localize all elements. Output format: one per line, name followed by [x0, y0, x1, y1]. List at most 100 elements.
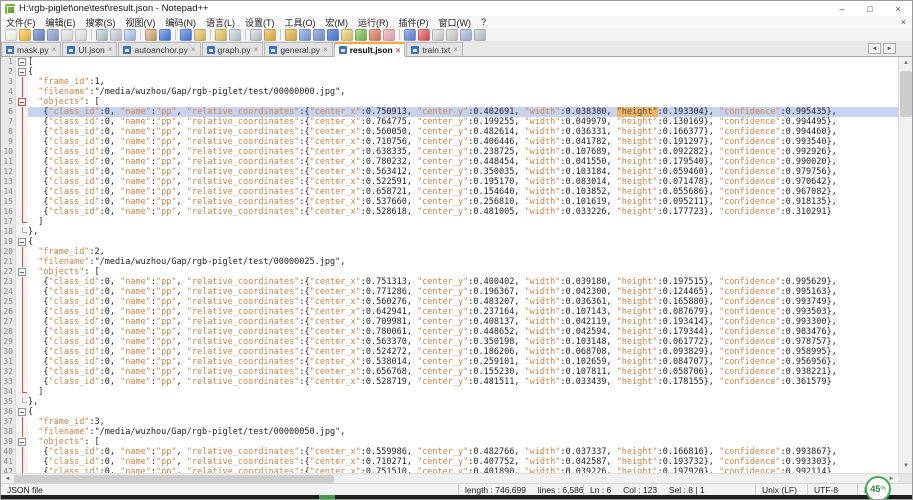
tab-scroll-right-icon[interactable]: ► [883, 43, 896, 54]
code-line[interactable]: 7 {"class_id":0, "name":"pp", "relative_… [1, 117, 898, 127]
fold-collapse-icon[interactable] [16, 407, 28, 417]
code-line[interactable]: 22 "objects": [ [1, 267, 898, 277]
sync-vertical-icon[interactable] [264, 29, 276, 41]
code-line[interactable]: 21 "filename":"/media/wuzhou/Gap/rgb-pig… [1, 257, 898, 267]
save-all-icon[interactable] [47, 29, 59, 41]
code-line[interactable]: 38 "filename":"/media/wuzhou/Gap/rgb-pig… [1, 427, 898, 437]
fold-guide-line[interactable] [16, 77, 28, 87]
tab-close-icon[interactable]: × [396, 46, 401, 55]
fold-guide-line[interactable] [16, 87, 28, 97]
redo-icon[interactable] [180, 29, 192, 41]
word-wrap-icon[interactable] [299, 29, 311, 41]
code-line[interactable]: 40 {"class_id":0, "name":"pp", "relative… [1, 447, 898, 457]
menu-item-8[interactable]: 宏(M) [321, 16, 354, 29]
close-doc-icon[interactable] [61, 29, 73, 41]
tab-close-icon[interactable]: × [254, 45, 259, 54]
fold-end-corner[interactable] [16, 217, 28, 227]
save-icon[interactable] [33, 29, 45, 41]
fold-guide-line[interactable] [16, 357, 28, 367]
menu-item-2[interactable]: 搜索(S) [81, 16, 121, 29]
menu-item-11[interactable]: 窗口(W) [434, 16, 477, 29]
code-line[interactable]: 27 {"class_id":0, "name":"pp", "relative… [1, 317, 898, 327]
fold-guide-line[interactable] [16, 337, 28, 347]
fold-guide-line[interactable] [16, 207, 28, 217]
fold-guide-line[interactable] [16, 287, 28, 297]
play-macro-icon[interactable] [446, 29, 458, 41]
fold-collapse-icon[interactable] [16, 57, 28, 67]
minimize-button[interactable]: – [828, 2, 856, 16]
code-line[interactable]: 34 ] [1, 387, 898, 397]
fold-guide-line[interactable] [16, 117, 28, 127]
code-line[interactable]: 13 {"class_id":0, "name":"pp", "relative… [1, 177, 898, 187]
menu-item-3[interactable]: 视图(V) [121, 16, 161, 29]
fold-collapse-icon[interactable] [16, 97, 28, 107]
tab-mask.py[interactable]: mask.py× [1, 42, 61, 56]
code-line[interactable]: 16 {"class_id":0, "name":"pp", "relative… [1, 207, 898, 217]
code-line[interactable]: 32 {"class_id":0, "name":"pp", "relative… [1, 367, 898, 377]
code-line[interactable]: 10 {"class_id":0, "name":"pp", "relative… [1, 147, 898, 157]
fold-guide-line[interactable] [16, 127, 28, 137]
vertical-scrollbar[interactable]: ▲ ▼ [898, 57, 912, 473]
record-macro-icon[interactable] [418, 29, 430, 41]
menu-item-5[interactable]: 语言(L) [201, 16, 240, 29]
fold-collapse-icon[interactable] [16, 267, 28, 277]
fold-guide-line[interactable] [16, 187, 28, 197]
user-define-dialog-icon[interactable] [341, 29, 353, 41]
status-eol-format[interactable]: Unix (LF) [756, 484, 808, 495]
code-line[interactable]: 1[ [1, 57, 898, 67]
code-line[interactable]: 37 "frame_id":3, [1, 417, 898, 427]
print-icon[interactable] [96, 29, 108, 41]
status-encoding[interactable]: UTF-8 [808, 484, 858, 495]
run-macro-multiple-icon[interactable] [474, 29, 486, 41]
code-line[interactable]: 4 "filename":"/media/wuzhou/Gap/rgb-pigl… [1, 87, 898, 97]
stop-macro-icon[interactable] [432, 29, 444, 41]
fold-guide-line[interactable] [16, 147, 28, 157]
code-line[interactable]: 9 {"class_id":0, "name":"pp", "relative_… [1, 137, 898, 147]
scroll-up-icon[interactable]: ▲ [899, 57, 913, 70]
fold-guide-line[interactable] [16, 307, 28, 317]
menu-item-10[interactable]: 插件(P) [394, 16, 434, 29]
close-all-icon[interactable] [75, 29, 87, 41]
code-line[interactable]: 11 {"class_id":0, "name":"pp", "relative… [1, 157, 898, 167]
code-line[interactable]: 31 {"class_id":0, "name":"pp", "relative… [1, 357, 898, 367]
close-button[interactable]: × [884, 2, 912, 16]
fold-collapse-icon[interactable] [16, 67, 28, 77]
code-line[interactable]: 33 {"class_id":0, "name":"pp", "relative… [1, 377, 898, 387]
code-line[interactable]: 8 {"class_id":0, "name":"pp", "relative_… [1, 127, 898, 137]
tab-close-icon[interactable]: × [52, 45, 57, 54]
fold-guide-line[interactable] [16, 297, 28, 307]
code-line[interactable]: 41 {"class_id":0, "name":"pp", "relative… [1, 457, 898, 467]
tab-scroll-left-icon[interactable]: ◄ [868, 43, 881, 54]
fold-guide-line[interactable] [16, 157, 28, 167]
code-line[interactable]: 24 {"class_id":0, "name":"pp", "relative… [1, 287, 898, 297]
code-area[interactable]: 1[2{3 "frame_id":1,4 "filename":"/media/… [1, 57, 898, 473]
menu-item-4[interactable]: 编码(N) [161, 16, 202, 29]
menu-item-6[interactable]: 设置(T) [240, 16, 280, 29]
fold-guide-line[interactable] [16, 247, 28, 257]
doc-map-icon[interactable] [355, 29, 367, 41]
menu-item-9[interactable]: 运行(R) [353, 16, 394, 29]
zoom-out-icon[interactable] [250, 29, 262, 41]
fold-guide-line[interactable] [16, 377, 28, 387]
code-line[interactable]: 18}, [1, 227, 898, 237]
fold-end-corner[interactable] [16, 387, 28, 397]
code-line[interactable]: 6 {"class_id":0, "name":"pp", "relative_… [1, 107, 898, 117]
menu-close-icon[interactable]: × [895, 17, 912, 27]
tab-graph.py[interactable]: graph.py× [202, 42, 264, 56]
code-line[interactable]: 20 "frame_id":2, [1, 247, 898, 257]
code-line[interactable]: 12 {"class_id":0, "name":"pp", "relative… [1, 167, 898, 177]
fold-guide-line[interactable] [16, 177, 28, 187]
doc-list-icon[interactable] [383, 29, 395, 41]
fold-end-corner[interactable] [16, 397, 28, 407]
scroll-down-icon[interactable]: ▼ [899, 460, 913, 473]
menu-item-7[interactable]: 工具(O) [280, 16, 321, 29]
save-macro-icon[interactable] [460, 29, 472, 41]
fold-guide-line[interactable] [16, 137, 28, 147]
undo-icon[interactable] [159, 29, 171, 41]
tab-result.json[interactable]: result.json× [334, 42, 406, 57]
tab-close-icon[interactable]: × [323, 45, 328, 54]
code-line[interactable]: 14 {"class_id":0, "name":"pp", "relative… [1, 187, 898, 197]
menu-item-0[interactable]: 文件(F) [1, 16, 41, 29]
code-line[interactable]: 25 {"class_id":0, "name":"pp", "relative… [1, 297, 898, 307]
fold-collapse-icon[interactable] [16, 437, 28, 447]
